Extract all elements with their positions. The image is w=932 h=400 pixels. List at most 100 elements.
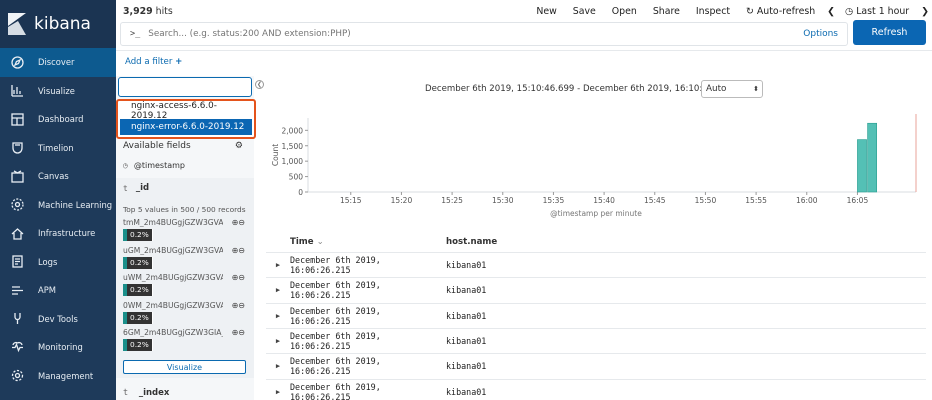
add-filter-button[interactable]: Add a filter +	[125, 57, 182, 67]
table-row[interactable]: ▶ December 6th 2019, 16:06:26.215 kibana01	[266, 252, 926, 277]
interval-select[interactable]: Auto ⬍	[701, 80, 763, 98]
canvas-icon	[10, 169, 24, 183]
field-index[interactable]: t _index	[123, 388, 169, 398]
x-tick-label: 15:20	[391, 196, 413, 205]
row-host: kibana01	[446, 260, 487, 270]
filter-zoom-icons[interactable]: ⊕⊖	[232, 301, 245, 310]
expand-caret-icon[interactable]: ▶	[266, 388, 290, 396]
top-bar: 3,929 hits New Save Open Share Inspect ↻…	[116, 0, 932, 22]
sidebar-item-monitoring[interactable]: Monitoring	[0, 333, 116, 362]
dashboard-icon	[10, 112, 24, 126]
time-picker[interactable]: ◷ Last 1 hour	[845, 6, 909, 17]
row-time: December 6th 2019, 16:06:26.215	[290, 356, 381, 377]
refresh-button[interactable]: Refresh	[853, 20, 926, 45]
histogram-chart: 2,000 1,500 1,000 500 0 15:15 15:20 15:25 15:30 1…	[271, 114, 917, 218]
auto-refresh-button[interactable]: ↻ Auto-refresh	[746, 6, 815, 17]
table-row[interactable]: ▶ December 6th 2019, 16:06:26.215 kibana01	[266, 353, 926, 378]
filter-zoom-icons[interactable]: ⊕⊖	[232, 246, 245, 255]
sidebar-item-logs[interactable]: Logs	[0, 248, 116, 277]
expand-caret-icon[interactable]: ▶	[266, 362, 290, 370]
field-value-text: uWM_2m4BUGgjGZW3GVAj	[123, 273, 223, 282]
expand-caret-icon[interactable]: ▶	[266, 286, 290, 294]
wrench-icon	[10, 312, 24, 326]
index-pattern-select[interactable]	[118, 77, 252, 97]
table-row[interactable]: ▶ December 6th 2019, 16:06:26.215 kibana01	[266, 277, 926, 302]
clock-icon: ◷	[845, 5, 854, 17]
field-value-item: uWM_2m4BUGgjGZW3GVAj ⊕⊖ 0.2%	[123, 273, 247, 298]
y-axis-label: Count	[271, 144, 280, 166]
table-row[interactable]: ▶ December 6th 2019, 16:06:26.215 kibana01	[266, 378, 926, 400]
host-column-header[interactable]: host.name	[446, 237, 497, 247]
sidebar-item-label: APM	[38, 285, 57, 296]
share-button[interactable]: Share	[653, 6, 680, 17]
expand-caret-icon[interactable]: ▶	[266, 261, 290, 269]
filter-zoom-icons[interactable]: ⊕⊖	[232, 273, 245, 282]
field-value-text: tmM_2m4BUGgjGZW3GVAj	[123, 218, 223, 227]
inspect-button[interactable]: Inspect	[696, 6, 730, 17]
open-button[interactable]: Open	[612, 6, 637, 17]
percentage-bar: 0.2%	[123, 339, 153, 351]
field-value-text: 6GM_2m4BUGgjGZW3GIA_	[123, 328, 223, 337]
sidebar-item-dashboard[interactable]: Dashboard	[0, 105, 116, 134]
expand-caret-icon[interactable]: ▶	[266, 312, 290, 320]
sidebar-item-timelion[interactable]: Timelion	[0, 134, 116, 163]
sidebar-item-label: Discover	[38, 57, 75, 68]
sidebar-item-canvas[interactable]: Canvas	[0, 162, 116, 191]
field-value-text: 0WM_2m4BUGgjGZW3GVAj	[123, 300, 223, 310]
x-tick-label: 16:05	[847, 196, 869, 205]
hits-count: 3,929 hits	[123, 5, 173, 17]
x-tick-label: 15:30	[492, 196, 514, 205]
x-tick-label: 15:45	[644, 196, 666, 205]
field-value-item: uGM_2m4BUGgjGZW3GVAj ⊕⊖ 0.2%	[123, 246, 247, 271]
infrastructure-icon	[10, 226, 24, 240]
sidebar-item-dev-tools[interactable]: Dev Tools	[0, 305, 116, 334]
chevron-right-icon[interactable]: ❯	[921, 6, 929, 17]
sidebar-item-apm[interactable]: APM	[0, 276, 116, 305]
row-time: December 6th 2019, 16:06:26.215	[290, 330, 381, 351]
timelion-icon	[10, 141, 24, 155]
table-row[interactable]: ▶ December 6th 2019, 16:06:26.215 kibana01	[266, 327, 926, 353]
chart-icon	[10, 84, 24, 98]
brand-name: kibana	[34, 14, 91, 34]
x-tick-label: 15:55	[745, 196, 767, 205]
gear-icon[interactable]: ⚙	[235, 141, 243, 151]
field-id[interactable]: t _id	[123, 183, 149, 193]
x-tick-label: 15:40	[593, 196, 615, 205]
options-button[interactable]: Options	[803, 29, 838, 39]
kibana-logo-icon	[8, 13, 26, 35]
collapse-sidebar-icon[interactable]: ❮	[255, 80, 264, 89]
field-value-item: 6GM_2m4BUGgjGZW3GIA_ ⊕⊖ 0.2%	[123, 328, 247, 353]
filter-zoom-icons[interactable]: ⊕⊖	[232, 218, 245, 227]
y-tick-label: 1,000	[282, 157, 304, 166]
save-button[interactable]: Save	[573, 6, 596, 17]
x-tick-label: 15:25	[441, 196, 463, 205]
search-input[interactable]	[148, 29, 804, 39]
table-row[interactable]: ▶ December 6th 2019, 16:06:26.215 kibana01	[266, 302, 926, 328]
sidebar-item-discover[interactable]: Discover	[0, 48, 116, 77]
field-timestamp[interactable]: ◷ @timestamp	[123, 161, 185, 170]
sidebar-item-label: Canvas	[38, 171, 69, 182]
sidebar-item-visualize[interactable]: Visualize	[0, 77, 116, 106]
field-value-text: uGM_2m4BUGgjGZW3GVAj	[123, 245, 223, 255]
expand-caret-icon[interactable]: ▶	[266, 337, 290, 345]
sidebar-item-infrastructure[interactable]: Infrastructure	[0, 219, 116, 248]
index-option[interactable]: nginx-access-6.6.0-2019.12	[120, 101, 252, 121]
query-bar: >_ Options	[120, 22, 848, 46]
sidebar-item-machine-learning[interactable]: Machine Learning	[0, 191, 116, 220]
sidebar-item-label: Machine Learning	[38, 199, 113, 210]
percentage-bar: 0.2%	[123, 284, 153, 296]
sidebar-item-management[interactable]: Management	[0, 362, 116, 391]
row-host: kibana01	[446, 310, 487, 321]
chevron-left-icon[interactable]: ❮	[827, 6, 835, 17]
filter-zoom-icons[interactable]: ⊕⊖	[232, 328, 245, 337]
new-button[interactable]: New	[536, 6, 556, 17]
row-host: kibana01	[446, 335, 487, 346]
brand[interactable]: kibana	[0, 0, 116, 48]
visualize-button[interactable]: Visualize	[123, 360, 246, 374]
x-axis-label: @timestamp per minute	[550, 209, 642, 218]
row-time: December 6th 2019, 16:06:26.215	[290, 255, 381, 275]
sidebar: kibana Discover Visualize Dashboard Timelio…	[0, 0, 116, 400]
sidebar-item-label: Management	[38, 370, 94, 381]
time-column-header[interactable]: Time ⌄	[290, 237, 324, 247]
index-option-selected[interactable]: nginx-error-6.6.0-2019.12	[120, 119, 252, 135]
